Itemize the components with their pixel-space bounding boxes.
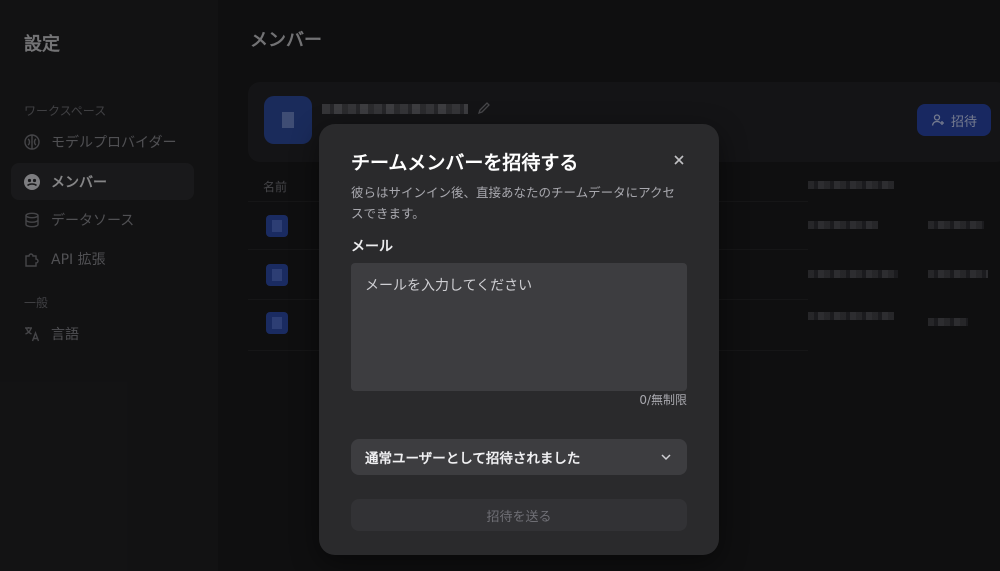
close-icon: [674, 155, 684, 165]
send-invite-button[interactable]: 招待を送る: [351, 499, 687, 531]
dialog-description: 彼らはサインイン後、直接あなたのチームデータにアクセスできます。: [351, 185, 676, 221]
email-label: メール: [351, 239, 393, 255]
invite-member-dialog: チームメンバーを招待する 彼らはサインイン後、直接あなたのチームデータにアクセス…: [319, 124, 719, 555]
close-button[interactable]: [667, 148, 691, 172]
email-count: 0/無制限: [639, 393, 687, 407]
dialog-title: チームメンバーを招待する: [351, 152, 579, 174]
email-input[interactable]: [351, 263, 687, 391]
role-select-value: 通常ユーザーとして招待されました: [365, 451, 581, 467]
chevron-down-icon: [661, 454, 671, 461]
role-select[interactable]: 通常ユーザーとして招待されました: [351, 439, 687, 475]
